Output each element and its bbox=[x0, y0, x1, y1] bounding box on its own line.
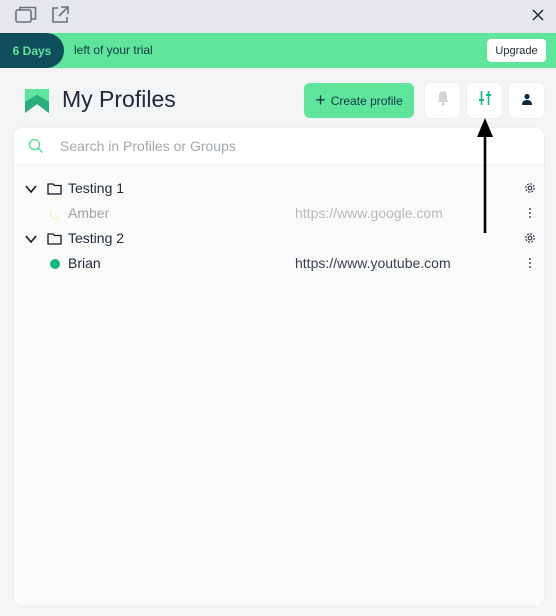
gear-icon[interactable] bbox=[523, 231, 537, 245]
profile-name: Brian bbox=[68, 255, 101, 271]
loading-spinner-icon bbox=[50, 209, 60, 219]
create-profile-label: Create profile bbox=[330, 93, 403, 108]
profile-row[interactable]: Amber https://www.google.com bbox=[14, 201, 544, 226]
profile-url: https://www.youtube.com bbox=[295, 255, 451, 271]
trial-text: left of your trial bbox=[74, 43, 153, 57]
header: My Profiles + Create profile bbox=[0, 68, 556, 130]
profile-row[interactable]: Brian https://www.youtube.com bbox=[14, 251, 544, 276]
filter-settings-button[interactable] bbox=[467, 83, 502, 118]
search-icon bbox=[28, 138, 44, 154]
status-active-dot bbox=[50, 259, 60, 269]
search-input[interactable] bbox=[60, 134, 520, 158]
folder-icon bbox=[47, 182, 62, 195]
group-row-testing-2[interactable]: Testing 2 bbox=[14, 226, 544, 251]
annotation-arrow bbox=[477, 118, 493, 233]
create-profile-button[interactable]: + Create profile bbox=[304, 83, 414, 118]
gear-icon[interactable] bbox=[523, 181, 537, 195]
user-icon bbox=[521, 92, 533, 110]
sliders-icon bbox=[477, 90, 493, 111]
notifications-button[interactable] bbox=[425, 83, 460, 118]
plus-icon: + bbox=[315, 89, 326, 110]
profile-url: https://www.google.com bbox=[295, 205, 443, 221]
window-icon[interactable] bbox=[14, 4, 38, 26]
chevron-down-icon[interactable] bbox=[24, 182, 38, 196]
more-options-icon[interactable] bbox=[526, 205, 534, 221]
group-row-testing-1[interactable]: Testing 1 bbox=[14, 176, 544, 201]
page-title: My Profiles bbox=[62, 86, 176, 112]
group-name: Testing 1 bbox=[68, 180, 125, 196]
close-icon[interactable] bbox=[528, 5, 548, 25]
external-link-icon[interactable] bbox=[48, 4, 72, 26]
search-bar bbox=[14, 128, 544, 164]
app-logo-icon bbox=[24, 88, 50, 114]
chevron-down-icon[interactable] bbox=[24, 232, 38, 246]
trial-banner: 6 Days left of your trial Upgrade bbox=[0, 33, 556, 68]
more-options-icon[interactable] bbox=[526, 255, 534, 271]
group-name: Testing 2 bbox=[68, 230, 125, 246]
upgrade-button[interactable]: Upgrade bbox=[487, 39, 546, 62]
bell-icon bbox=[436, 90, 450, 111]
trial-days-badge: 6 Days bbox=[0, 33, 64, 68]
profile-name: Amber bbox=[68, 205, 110, 221]
profiles-panel: Testing 1 Amber https://www.google.com T… bbox=[14, 128, 544, 606]
title-bar bbox=[0, 0, 556, 33]
account-button[interactable] bbox=[509, 83, 544, 118]
folder-icon bbox=[47, 232, 62, 245]
